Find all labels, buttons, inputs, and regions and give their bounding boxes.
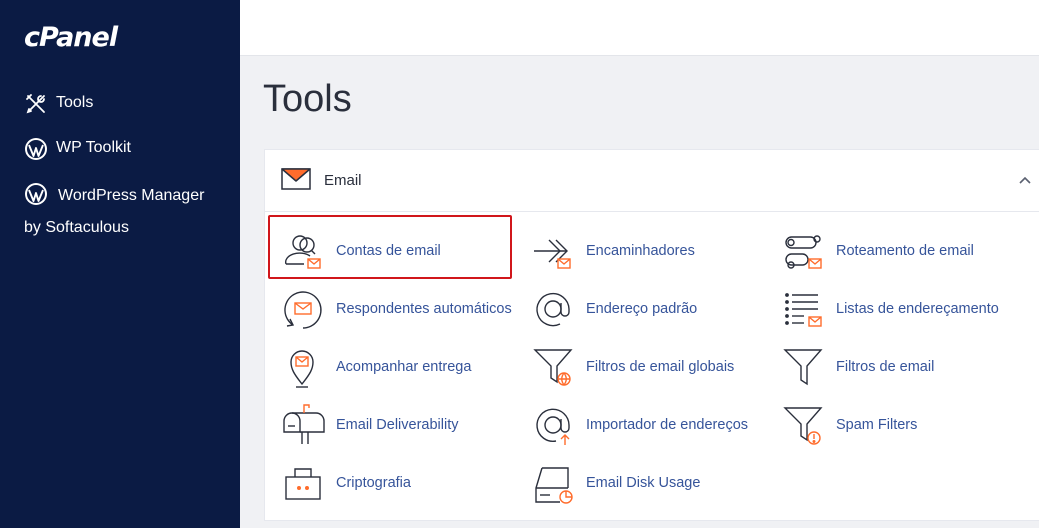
- tool-label: Importador de endereços: [586, 417, 749, 433]
- page-title: Tools: [263, 78, 352, 120]
- tool-respondentes-automaticos[interactable]: Respondentes automáticos: [280, 284, 512, 334]
- tool-label: Contas de email: [336, 243, 441, 259]
- autoresponders-icon: [284, 291, 322, 329]
- tool-label: Criptografia: [336, 475, 411, 491]
- sidebar-item-label: Tools: [56, 94, 94, 111]
- tool-roteamento-de-email[interactable]: Roteamento de email: [780, 226, 974, 276]
- sidebar-item-wordpress-manager[interactable]: WordPress Manager by Softaculous: [24, 180, 224, 244]
- tool-label: Endereço padrão: [586, 301, 698, 317]
- tools-icon: [26, 94, 45, 114]
- encryption-icon: [285, 468, 321, 500]
- email-panel-header[interactable]: Email: [265, 150, 1039, 212]
- tool-acompanhar-entrega[interactable]: Acompanhar entrega: [280, 342, 471, 392]
- wordpress-icon: [25, 182, 47, 205]
- email-accounts-icon: [284, 235, 321, 269]
- global-filters-icon: [533, 349, 573, 386]
- tool-label: Spam Filters: [836, 417, 918, 433]
- chevron-up-icon[interactable]: [1017, 172, 1033, 188]
- tool-label: Listas de endereçamento: [836, 301, 999, 317]
- tool-filtros-de-email[interactable]: Filtros de email: [780, 342, 934, 392]
- forwarders-icon: [534, 239, 571, 269]
- tool-email-deliverability[interactable]: Email Deliverability: [280, 400, 458, 450]
- email-panel-title: Email: [324, 172, 362, 189]
- tool-label: Acompanhar entrega: [336, 359, 472, 375]
- tool-listas-de-enderecamento[interactable]: Listas de endereçamento: [780, 284, 999, 334]
- address-importer-icon: [536, 408, 570, 445]
- email-routing-icon: [785, 235, 822, 269]
- email-filters-icon: [783, 349, 823, 386]
- tool-spam-filters[interactable]: Spam Filters: [780, 400, 917, 450]
- sidebar-item-label: WordPress Manager by Softaculous: [24, 187, 205, 236]
- tool-criptografia[interactable]: Criptografia: [280, 458, 411, 508]
- tool-label: Filtros de email globais: [586, 359, 735, 375]
- tool-contas-de-email[interactable]: Contas de email: [280, 226, 441, 276]
- tool-importador-de-enderecos[interactable]: Importador de endereços: [530, 400, 748, 450]
- spam-filters-icon: [783, 407, 823, 445]
- sidebar-item-tools[interactable]: Tools: [24, 92, 93, 116]
- tool-endereco-padrao[interactable]: Endereço padrão: [530, 284, 697, 334]
- sidebar-item-wp-toolkit[interactable]: WP Toolkit: [24, 137, 131, 161]
- disk-usage-icon: [535, 467, 573, 504]
- sidebar: cPanel Tools WP Toolkit WordPress Manage…: [0, 0, 240, 528]
- tool-filtros-de-email-globais[interactable]: Filtros de email globais: [530, 342, 734, 392]
- top-bar: [240, 0, 1039, 56]
- tool-label: Encaminhadores: [586, 243, 695, 259]
- tool-email-disk-usage[interactable]: Email Disk Usage: [530, 458, 700, 508]
- envelope-icon: [281, 168, 311, 190]
- tool-label: Respondentes automáticos: [336, 301, 512, 317]
- tool-encaminhadores[interactable]: Encaminhadores: [530, 226, 695, 276]
- tool-label: Filtros de email: [836, 359, 935, 375]
- tool-label: Email Disk Usage: [586, 475, 701, 491]
- track-delivery-icon: [290, 350, 314, 388]
- sidebar-item-label: WP Toolkit: [56, 139, 131, 156]
- tool-label: Email Deliverability: [336, 417, 459, 433]
- default-address-icon: [536, 292, 570, 327]
- wordpress-icon: [25, 138, 47, 160]
- cpanel-logo[interactable]: cPanel: [24, 22, 118, 53]
- mailbox-icon: [283, 404, 325, 444]
- tool-label: Roteamento de email: [836, 243, 974, 259]
- mailing-lists-icon: [785, 293, 822, 327]
